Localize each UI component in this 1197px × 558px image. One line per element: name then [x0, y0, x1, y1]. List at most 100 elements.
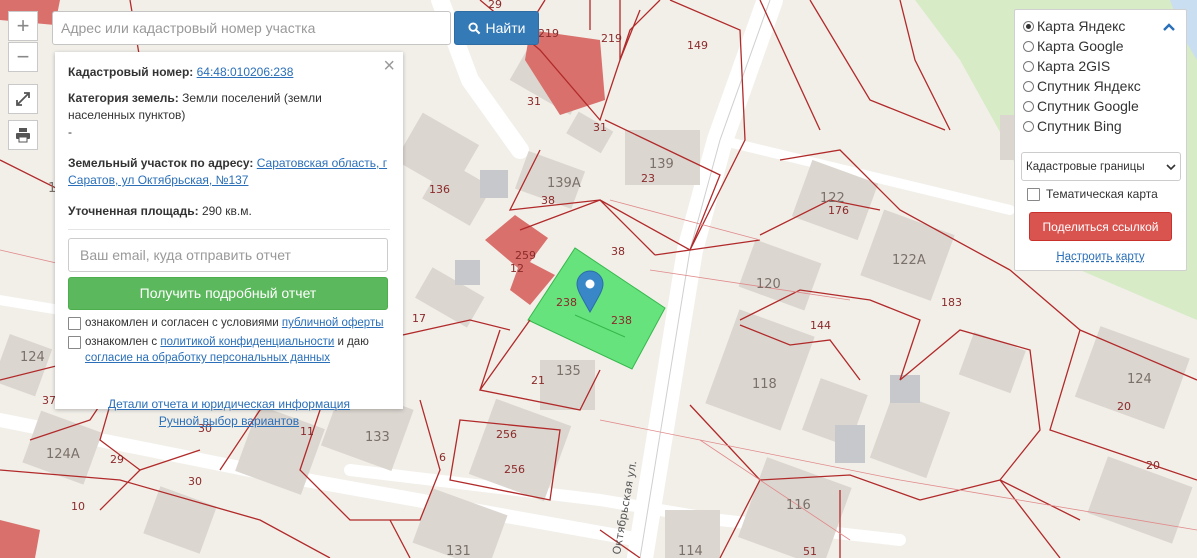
parcel-number: 21 [531, 374, 545, 387]
layer-select-value: Кадастровые границы [1026, 160, 1145, 173]
parcel-number: 238 [611, 314, 632, 327]
parcel-number: 51 [803, 545, 817, 558]
privacy-agreement-mid: и даю [334, 336, 369, 348]
print-button[interactable] [8, 120, 38, 150]
house-number: 114 [678, 544, 703, 558]
parcel-number: 38 [541, 194, 555, 207]
privacy-agreement-row: ознакомлен с политикой конфиденциальност… [68, 334, 390, 366]
land-category-extra: - [68, 125, 72, 139]
layer-option[interactable]: Карта Яндекс [1015, 16, 1186, 36]
configure-map-link[interactable]: Настроить карту [1015, 251, 1186, 263]
parcel-number: 6 [439, 451, 446, 464]
printer-icon [16, 128, 30, 143]
radio-button[interactable] [1023, 60, 1034, 72]
address-label: Земельный участок по адресу: [68, 156, 254, 170]
area-label: Уточненная площадь: [68, 204, 199, 218]
house-number: 122 [820, 191, 845, 206]
privacy-checkbox[interactable] [68, 336, 81, 349]
parcel-number: 144 [810, 319, 831, 332]
search-icon [467, 21, 480, 34]
search-button[interactable]: Найти [454, 11, 539, 45]
layer-option[interactable]: Спутник Google [1015, 96, 1186, 116]
layer-option-label: Спутник Google [1037, 98, 1139, 114]
house-number: 122А [892, 253, 926, 268]
parcel-number: 12 [510, 262, 524, 275]
parcel-number: 219 [538, 27, 559, 40]
house-number: 139 [649, 157, 674, 172]
parcel-number: 23 [641, 172, 655, 185]
house-number: 120 [756, 277, 781, 292]
parcel-info-panel: × Кадастровый номер: 64:48:010206:238 Ка… [55, 52, 403, 428]
parcel-number: 10 [71, 500, 85, 513]
parcel-number: 149 [687, 39, 708, 52]
house-number: 116 [786, 498, 811, 513]
layer-option-label: Карта Google [1037, 38, 1124, 54]
parcel-number: 20 [1117, 400, 1131, 413]
layer-option[interactable]: Карта 2GIS [1015, 56, 1186, 76]
expand-icon [16, 92, 30, 106]
parcel-number: 136 [429, 183, 450, 196]
layer-option-label: Спутник Яндекс [1037, 78, 1141, 94]
parcel-number: 183 [941, 296, 962, 309]
layer-option-label: Карта Яндекс [1037, 18, 1126, 34]
parcel-number: 29 [110, 453, 124, 466]
house-number: 118 [752, 377, 777, 392]
layer-option-label: Карта 2GIS [1037, 58, 1111, 74]
parcel-number: 259 [515, 249, 536, 262]
zoom-in-button[interactable]: + [8, 11, 38, 41]
radio-button[interactable] [1023, 100, 1034, 112]
offer-checkbox[interactable] [68, 317, 81, 330]
chevron-down-icon [1166, 163, 1176, 170]
parcel-number: 256 [504, 463, 525, 476]
parcel-number: 238 [556, 296, 577, 309]
thematic-map-row: Тематическая карта [1027, 187, 1158, 201]
layer-option[interactable]: Карта Google [1015, 36, 1186, 56]
report-details-link[interactable]: Детали отчета и юридическая информация [68, 396, 390, 413]
divider [68, 229, 390, 230]
house-number: 133 [365, 430, 390, 445]
privacy-policy-link[interactable]: политикой конфиденциальности [160, 336, 334, 348]
radio-button[interactable] [1023, 20, 1034, 32]
radio-button[interactable] [1023, 80, 1034, 92]
layer-option[interactable]: Спутник Bing [1015, 116, 1186, 136]
parcel-number: 219 [601, 32, 622, 45]
cadastral-number-link[interactable]: 64:48:010206:238 [197, 65, 294, 79]
public-offer-link[interactable]: публичной оферты [282, 317, 384, 329]
area-value: 290 кв.м. [201, 204, 252, 218]
data-processing-link[interactable]: согласие на обработку персональных данны… [85, 352, 330, 364]
parcel-number: 256 [496, 428, 517, 441]
manual-selection-link[interactable]: Ручной выбор вариантов [68, 413, 390, 430]
house-number: 124 [20, 350, 45, 365]
land-category-label: Категория земель: [68, 91, 179, 105]
share-link-button[interactable]: Поделиться ссылкой [1029, 212, 1172, 241]
thematic-map-label: Тематическая карта [1046, 187, 1158, 201]
house-number: 124 [1127, 372, 1152, 387]
house-number: 139А [547, 176, 581, 191]
house-number: 124А [46, 447, 80, 462]
zoom-out-button[interactable]: − [8, 42, 38, 72]
layer-select[interactable]: Кадастровые границы [1021, 152, 1181, 181]
parcel-number: 29 [488, 0, 502, 11]
parcel-number: 17 [412, 312, 426, 325]
house-number: 135 [556, 364, 581, 379]
offer-agreement-row: ознакомлен и согласен с условиями публич… [68, 315, 390, 331]
layer-option[interactable]: Спутник Яндекс [1015, 76, 1186, 96]
get-report-button[interactable]: Получить подробный отчет [68, 277, 388, 310]
search-input[interactable] [52, 11, 451, 45]
radio-button[interactable] [1023, 120, 1034, 132]
email-field[interactable] [68, 238, 388, 272]
radio-button[interactable] [1023, 40, 1034, 52]
cadastral-number-label: Кадастровый номер: [68, 65, 194, 79]
parcel-number: 31 [593, 121, 607, 134]
layer-option-label: Спутник Bing [1037, 118, 1122, 134]
parcel-number: 38 [611, 245, 625, 258]
parcel-number: 30 [188, 475, 202, 488]
fullscreen-button[interactable] [8, 84, 38, 114]
offer-agreement-text: ознакомлен и согласен с условиями [85, 317, 282, 329]
thematic-map-checkbox[interactable] [1027, 187, 1040, 201]
parcel-number: 31 [527, 95, 541, 108]
map-layers-panel: Карта Яндекс Карта Google Карта 2GIS Спутни… [1014, 9, 1187, 271]
chevron-up-icon[interactable] [1162, 22, 1176, 32]
search-button-label: Найти [485, 20, 526, 36]
close-icon[interactable]: × [383, 56, 395, 76]
